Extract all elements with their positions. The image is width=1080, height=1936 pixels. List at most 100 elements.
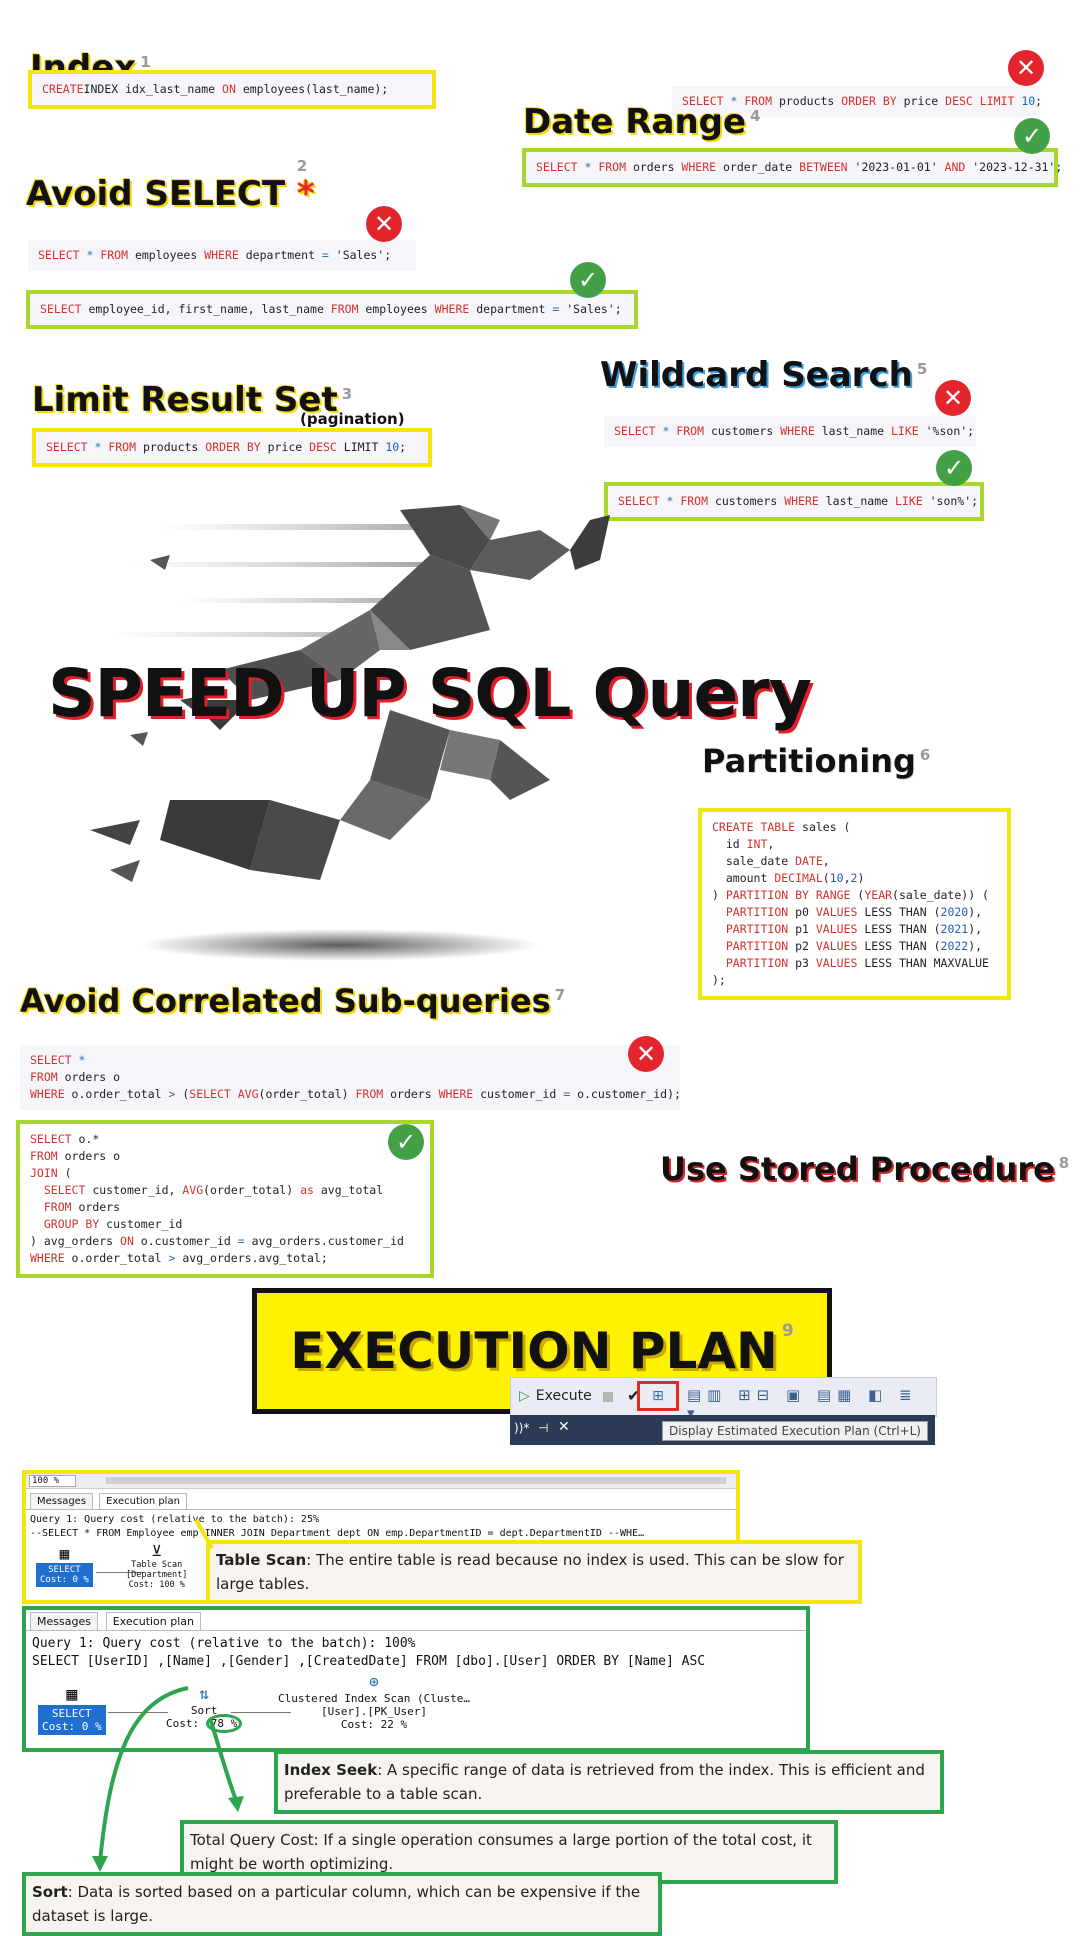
index-number: 1 — [140, 52, 151, 71]
code-token: sales ( — [795, 820, 851, 834]
code-token: = — [237, 1234, 245, 1248]
code-token: SELECT — [40, 302, 82, 316]
sort-term: Sort — [32, 1883, 68, 1901]
query-tab[interactable]: ))* — [514, 1421, 529, 1435]
code-line: sale_date DATE, — [712, 853, 997, 870]
plan2-query-text: SELECT [UserID] ,[Name] ,[Gender] ,[Crea… — [32, 1654, 706, 1669]
code-token: * — [71, 1053, 86, 1067]
avoid-select-title-text: Avoid SELECT — [26, 174, 286, 214]
avoid-select-bad-code: SELECT * FROM employees WHERE department… — [28, 240, 416, 271]
code-line: PARTITION p2 VALUES LESS THAN (2022), — [712, 938, 997, 955]
table-scan-node[interactable]: ⊻ Table Scan [Department] Cost: 100 % — [126, 1542, 187, 1590]
code-line: FROM orders — [30, 1199, 420, 1216]
select-node-label: SELECT — [51, 1707, 92, 1720]
code-token: '2023-12-31'; — [965, 160, 1063, 174]
code-token: SELECT — [46, 440, 88, 454]
code-token: '%son'; — [918, 424, 975, 438]
code-token: ) — [712, 888, 726, 902]
check-icon: ✓ — [388, 1124, 424, 1160]
code-token: orders — [626, 160, 682, 174]
tab-execution-plan[interactable]: Execution plan — [105, 1612, 202, 1630]
zoom-select[interactable]: 100 % — [29, 1475, 77, 1487]
table-scan-text: : The entire table is read because no in… — [216, 1551, 844, 1593]
plan2-tabs: Messages Execution plan — [26, 1610, 806, 1630]
tab-messages[interactable]: Messages — [30, 1612, 98, 1630]
code-token: customers — [704, 424, 781, 438]
clustered-index-node[interactable]: ⊕ Clustered Index Scan (Cluste… [User].[… — [264, 1672, 484, 1731]
ssms-tabbar: ))* ⊣ ✕ Display Estimated Execution Plan… — [510, 1415, 935, 1445]
stop-icon[interactable] — [603, 1392, 613, 1402]
code-token: BETWEEN — [799, 160, 848, 174]
code-token: employees — [128, 248, 205, 262]
code-token: LIKE — [891, 424, 919, 438]
code-token: SELECT — [43, 1183, 86, 1197]
code-token: FROM — [30, 1070, 58, 1084]
index-seek-description: Index Seek: A specific range of data is … — [274, 1750, 944, 1814]
code-line: FROM orders o — [30, 1069, 670, 1086]
code-token: FROM — [598, 160, 627, 174]
code-token: p2 — [788, 939, 816, 953]
code-token: , — [843, 871, 851, 885]
partitioning-title: Partitioning 6 — [702, 742, 930, 780]
zoom-bar: 100 % — [26, 1474, 736, 1489]
code-token: FROM — [355, 1087, 384, 1101]
code-token: products — [772, 94, 842, 108]
code-token: , — [822, 854, 830, 868]
select-node[interactable]: ▦ SELECT Cost: 0 % — [36, 1544, 93, 1587]
code-token: ), — [968, 939, 983, 953]
execution-plan-number: 9 — [781, 1321, 794, 1341]
code-token: * — [655, 424, 677, 438]
table-scan-description: Table Scan: The entire table is read bec… — [206, 1540, 862, 1604]
code-line: amount DECIMAL(10,2) — [712, 870, 997, 887]
code-token: VALUES — [815, 956, 858, 970]
estimated-plan-button[interactable]: ⊞ — [637, 1381, 679, 1411]
code-line: ); — [712, 972, 997, 989]
pin-icon[interactable]: ⊣ — [538, 1421, 548, 1435]
code-token: ) avg_orders — [30, 1234, 121, 1248]
stored-procedure-title-text: Use Stored Procedure — [660, 1150, 1055, 1188]
code-token: (sale_date)) ( — [892, 888, 989, 902]
code-token: DESC — [309, 440, 337, 454]
code-token: VALUES — [815, 922, 858, 936]
code-line: SELECT o.* — [30, 1131, 420, 1148]
code-token: 2022 — [940, 939, 969, 953]
wrong-icon: ✕ — [935, 380, 971, 416]
code-token: INT — [746, 837, 768, 851]
code-token: o.customer_id); — [570, 1087, 681, 1101]
wrong-icon: ✕ — [628, 1036, 664, 1072]
code-token: SELECT — [614, 424, 656, 438]
code-token: VALUES — [815, 939, 858, 953]
code-token: = — [321, 248, 329, 262]
correlated-good-code: SELECT o.* FROM orders o JOIN ( SELECT cus… — [16, 1120, 434, 1278]
code-token: FROM — [30, 1149, 58, 1163]
close-tab-icon[interactable]: ✕ — [558, 1419, 570, 1435]
partitioning-code: CREATE TABLE sales ( id INT, sale_date D… — [698, 808, 1011, 1000]
tab-messages[interactable]: Messages — [30, 1493, 94, 1509]
select-node[interactable]: ▦ SELECT Cost: 0 % — [38, 1684, 106, 1735]
code-token: ), — [968, 905, 983, 919]
horizontal-scrollbar[interactable] — [106, 1477, 726, 1484]
code-token: ( — [175, 1087, 190, 1101]
code-token: id — [712, 837, 747, 851]
code-token: ( — [822, 871, 830, 885]
code-token: PARTITION — [725, 922, 789, 936]
code-token: INDEX idx_last_name — [83, 82, 223, 96]
code-line: WHERE o.order_total > avg_orders.avg_tot… — [30, 1250, 420, 1267]
code-token: customer_id — [473, 1087, 564, 1101]
code-token: 'son%'; — [922, 494, 979, 508]
correlated-title-text: Avoid Correlated Sub-queries — [20, 982, 551, 1020]
code-token: CREATE TABLE — [712, 820, 796, 834]
code-token: LESS THAN ( — [857, 939, 941, 953]
tab-execution-plan[interactable]: Execution plan — [99, 1493, 187, 1509]
code-token: employee_id, first_name, last_name — [81, 302, 331, 316]
code-token: LIMIT — [336, 440, 386, 454]
index-seek-text: : A specific range of data is retrieved … — [284, 1761, 925, 1803]
code-token: AVG — [182, 1183, 204, 1197]
avoid-select-good-code: SELECT employee_id, first_name, last_nam… — [26, 290, 638, 329]
code-token: FROM — [43, 1200, 72, 1214]
execute-button[interactable]: ▷ Execute — [519, 1388, 592, 1404]
sort-node[interactable]: ⇅ Sort Cost: 78 % — [166, 1684, 243, 1733]
